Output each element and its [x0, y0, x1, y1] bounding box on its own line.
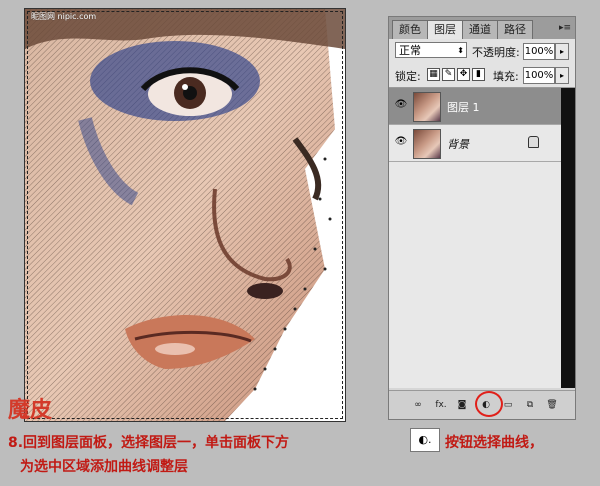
layer-row-background[interactable]: 👁 背景 — [389, 125, 561, 162]
lock-position-icon[interactable]: ✥ — [457, 68, 470, 81]
new-layer-icon[interactable]: ⧉ — [523, 398, 537, 412]
mask-icon[interactable]: ◙ — [455, 398, 469, 412]
opacity-slider-button[interactable]: ▸ — [555, 43, 569, 60]
opacity-label: 不透明度: — [472, 46, 520, 59]
layer-thumbnail — [413, 129, 441, 159]
document-canvas[interactable]: 昵图网 nipic.com — [24, 8, 346, 422]
fx-button[interactable]: fx. — [433, 398, 449, 412]
layer-name: 图层 1 — [447, 101, 480, 114]
instruction-line1-a: 8.回到图层面板，选择图层一，单击面板下方 — [8, 435, 290, 451]
panel-menu-icon[interactable]: ▸≡ — [559, 22, 571, 34]
layers-list: 👁 图层 1 👁 背景 — [389, 88, 561, 388]
blend-mode-value: 正常 — [399, 44, 421, 57]
instruction-line1-b: 按钮选择曲线， — [445, 435, 543, 451]
fill-slider-button[interactable]: ▸ — [555, 67, 569, 84]
group-icon[interactable]: ▭ — [501, 398, 515, 412]
tab-layers[interactable]: 图层 — [427, 20, 463, 39]
panel-footer: ∞ fx. ◙ ◐ ▭ ⧉ 🗑 — [389, 390, 575, 419]
adjustment-layer-icon: ◐. — [410, 428, 440, 452]
lock-transparent-icon[interactable]: ▦ — [427, 68, 440, 81]
tab-channels[interactable]: 通道 — [462, 20, 498, 39]
highlight-circle — [475, 391, 503, 417]
blend-mode-select[interactable]: 正常 ⬍ — [395, 42, 467, 58]
chevron-down-icon: ⬍ — [457, 46, 464, 55]
layer-row-layer1[interactable]: 👁 图层 1 — [389, 88, 561, 125]
trash-icon[interactable]: 🗑 — [545, 398, 559, 412]
fill-field[interactable]: 100% — [523, 67, 555, 84]
lock-label: 锁定: — [395, 70, 421, 83]
lock-icon — [528, 136, 539, 148]
fill-label: 填充: — [493, 70, 519, 83]
layers-panel: 颜色 图层 通道 路径 ▸≡ 正常 ⬍ 不透明度: 100% ▸ 锁定: ▦ ✎… — [388, 16, 576, 420]
opacity-field[interactable]: 100% — [523, 43, 555, 60]
instruction-line2: 为选中区域添加曲线调整层 — [20, 459, 188, 475]
lock-row: 锁定: ▦ ✎ ✥ ▮ 填充: 100% ▸ — [389, 63, 575, 88]
layer-thumbnail — [413, 92, 441, 122]
tab-paths[interactable]: 路径 — [497, 20, 533, 39]
lock-all-icon[interactable]: ▮ — [472, 68, 485, 81]
blend-row: 正常 ⬍ 不透明度: 100% ▸ — [389, 39, 575, 63]
step-title: 魔皮 — [8, 397, 53, 423]
layers-scrollbar[interactable] — [561, 88, 575, 388]
eye-icon[interactable]: 👁 — [394, 137, 408, 147]
watermark-text: 昵图网 nipic.com — [31, 12, 97, 21]
link-icon[interactable]: ∞ — [411, 398, 425, 412]
layer-name: 背景 — [447, 138, 469, 151]
panel-tabs: 颜色 图层 通道 路径 ▸≡ — [389, 17, 575, 39]
tab-color[interactable]: 颜色 — [392, 20, 428, 39]
lock-pixels-icon[interactable]: ✎ — [442, 68, 455, 81]
portrait-photo — [25, 9, 345, 421]
eye-icon[interactable]: 👁 — [394, 100, 408, 110]
